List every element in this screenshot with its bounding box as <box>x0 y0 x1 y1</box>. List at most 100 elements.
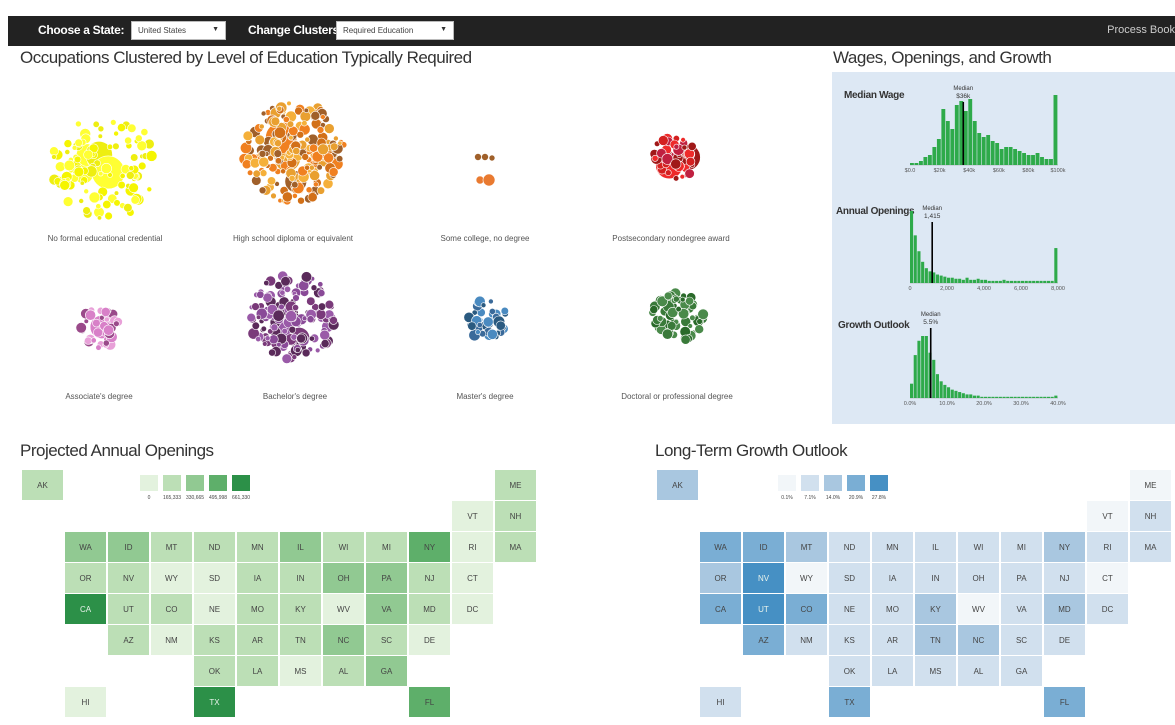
occupation-bubble[interactable] <box>256 314 262 320</box>
occupation-bubble[interactable] <box>500 306 509 316</box>
histogram-bar[interactable] <box>969 394 973 398</box>
histogram-bar[interactable] <box>980 396 984 398</box>
histogram-bar[interactable] <box>1008 147 1013 165</box>
occupation-bubble[interactable] <box>100 306 111 317</box>
occupation-bubble[interactable] <box>317 281 324 288</box>
growth-tile-ms[interactable]: MS <box>915 656 956 686</box>
occupation-bubble[interactable] <box>488 154 496 162</box>
histogram-bar[interactable] <box>917 251 921 283</box>
occupation-bubble[interactable] <box>255 336 262 343</box>
occupation-bubble[interactable] <box>301 120 308 127</box>
occupation-bubble[interactable] <box>694 324 705 334</box>
histogram-bar[interactable] <box>1035 396 1039 398</box>
histogram-bar[interactable] <box>1043 396 1047 398</box>
openings-tile-fl[interactable]: FL <box>409 687 450 717</box>
histogram-bar[interactable] <box>1043 280 1047 283</box>
occupation-bubble[interactable] <box>92 120 100 128</box>
occupation-bubble[interactable] <box>281 327 288 335</box>
histogram-bar[interactable] <box>980 279 984 283</box>
histogram-bar[interactable] <box>1002 279 1006 283</box>
growth-tile-nh[interactable]: NH <box>1130 501 1171 531</box>
histogram-bar[interactable] <box>965 277 969 283</box>
openings-tile-nd[interactable]: ND <box>194 532 235 562</box>
occupation-bubble[interactable] <box>320 114 326 120</box>
occupation-bubble[interactable] <box>103 324 115 336</box>
occupation-bubble[interactable] <box>306 315 315 324</box>
histogram-bar[interactable] <box>923 157 928 165</box>
occupation-bubble[interactable] <box>258 156 270 168</box>
occupation-bubble[interactable] <box>75 120 82 128</box>
openings-tile-co[interactable]: CO <box>151 594 192 624</box>
occupation-bubble[interactable] <box>128 182 139 193</box>
openings-tile-ar[interactable]: AR <box>237 625 278 655</box>
openings-tile-id[interactable]: ID <box>108 532 149 562</box>
growth-tile-al[interactable]: AL <box>958 656 999 686</box>
histogram-bar[interactable] <box>1021 396 1025 398</box>
occupation-bubble[interactable] <box>316 186 326 195</box>
occupation-bubble[interactable] <box>268 348 276 357</box>
histogram-bar[interactable] <box>1049 159 1053 165</box>
occupation-bubble[interactable] <box>291 181 299 189</box>
histogram-bar[interactable] <box>1032 280 1036 283</box>
occupation-bubble[interactable] <box>266 176 276 186</box>
occupation-bubble[interactable] <box>317 302 327 311</box>
occupation-bubble[interactable] <box>689 314 696 321</box>
growth-tile-in[interactable]: IN <box>915 563 956 593</box>
growth-tile-ri[interactable]: RI <box>1087 532 1128 562</box>
occupation-bubble[interactable] <box>252 169 261 178</box>
occupation-bubble[interactable] <box>102 200 112 210</box>
openings-tile-ca[interactable]: CA <box>65 594 106 624</box>
occupation-bubble[interactable] <box>281 353 292 364</box>
openings-tile-nh[interactable]: NH <box>495 501 536 531</box>
occupation-bubble[interactable] <box>274 139 282 148</box>
occupation-bubble[interactable] <box>247 169 254 176</box>
openings-tile-ok[interactable]: OK <box>194 656 235 686</box>
occupation-bubble[interactable] <box>136 140 148 152</box>
occupation-bubble[interactable] <box>74 138 83 147</box>
occupation-bubble[interactable] <box>679 296 686 303</box>
occupation-bubble[interactable] <box>126 171 135 180</box>
histogram-bar[interactable] <box>1021 280 1025 283</box>
histogram-bar[interactable] <box>1009 396 1013 398</box>
openings-tile-nj[interactable]: NJ <box>409 563 450 593</box>
growth-tile-vt[interactable]: VT <box>1087 501 1128 531</box>
occupation-bubble[interactable] <box>258 150 267 158</box>
occupation-bubble[interactable] <box>481 153 489 161</box>
occupation-bubble[interactable] <box>97 125 105 133</box>
growth-tile-mi[interactable]: MI <box>1001 532 1042 562</box>
openings-tile-sc[interactable]: SC <box>366 625 407 655</box>
occupation-bubble[interactable] <box>280 276 291 287</box>
occupation-bubble[interactable] <box>305 186 313 194</box>
histogram-bar[interactable] <box>1054 248 1058 283</box>
occupation-bubble[interactable] <box>119 172 126 179</box>
occupation-bubble[interactable] <box>97 215 103 221</box>
occupation-bubble[interactable] <box>310 284 318 291</box>
histogram-bar[interactable] <box>1035 153 1040 165</box>
occupation-bubble[interactable] <box>95 344 102 351</box>
openings-tile-ia[interactable]: IA <box>237 563 278 593</box>
occupation-bubble[interactable] <box>292 147 301 156</box>
histogram-bar[interactable] <box>1013 149 1018 165</box>
openings-tile-wa[interactable]: WA <box>65 532 106 562</box>
occupation-bubble[interactable] <box>680 334 691 345</box>
histogram-bar[interactable] <box>1013 280 1017 283</box>
occupation-bubble[interactable] <box>73 155 82 164</box>
openings-tile-sd[interactable]: SD <box>194 563 235 593</box>
growth-tile-me[interactable]: ME <box>1130 470 1171 500</box>
histogram-bar[interactable] <box>945 121 950 165</box>
histogram-bar[interactable] <box>998 280 1002 283</box>
occupation-bubble[interactable] <box>488 307 496 315</box>
histogram-bar[interactable] <box>913 235 917 283</box>
occupation-bubble[interactable] <box>697 308 709 321</box>
histogram-bar[interactable] <box>1053 95 1058 165</box>
occupation-bubble[interactable] <box>140 128 149 136</box>
histogram-bar[interactable] <box>958 278 962 283</box>
occupation-bubble[interactable] <box>324 299 335 310</box>
histogram-bar[interactable] <box>954 390 958 398</box>
occupation-bubble[interactable] <box>336 155 344 163</box>
occupation-bubble[interactable] <box>319 329 331 341</box>
occupation-bubble[interactable] <box>260 110 267 117</box>
occupation-bubble[interactable] <box>329 316 338 325</box>
occupation-bubble[interactable] <box>301 153 310 161</box>
histogram-bar[interactable] <box>939 381 943 398</box>
